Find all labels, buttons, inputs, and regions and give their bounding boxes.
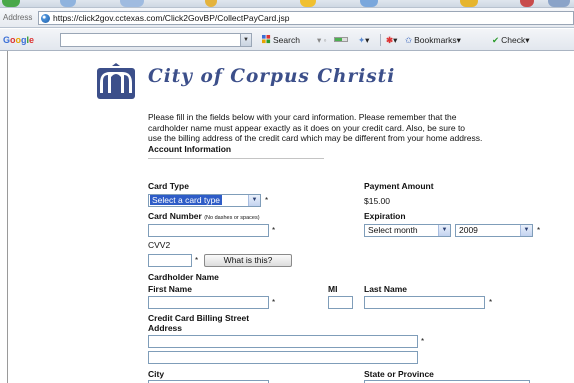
- section-divider: [148, 158, 324, 159]
- required-marker: *: [265, 196, 269, 205]
- bookmarks-label: Bookmarks: [414, 35, 457, 45]
- payment-amount-value: $15.00: [364, 196, 390, 206]
- card-number-hint: (No dashes or spaces): [204, 215, 260, 221]
- billing-address-label: Credit Card Billing Street: [148, 313, 250, 323]
- google-toolbar: Google ▼ Search ▾ ◦ ✦▾ ✱▾ ✩ Bookmarks▾ ✔ C…: [0, 29, 574, 51]
- required-marker: *: [421, 337, 425, 346]
- address-label: Address: [3, 13, 33, 22]
- google-search-input[interactable]: ▼: [60, 33, 252, 47]
- payment-amount-label: Payment Amount: [364, 181, 434, 191]
- billing-address-label-line2: Address: [148, 323, 183, 333]
- google-search-button[interactable]: Search: [262, 35, 300, 45]
- history-icon[interactable]: [360, 0, 378, 7]
- spellcheck-button[interactable]: ✔ Check▾: [492, 35, 530, 46]
- billing-address-line1-input[interactable]: [148, 335, 418, 348]
- page-content: City of Corpus Christi Please fill in th…: [0, 51, 574, 383]
- autofill-icon[interactable]: ✱▾: [386, 35, 397, 46]
- card-type-select[interactable]: Select a card type ▼: [148, 194, 261, 207]
- billing-address-line2-input[interactable]: [148, 351, 418, 364]
- search-label: Search: [273, 35, 300, 45]
- globe-icon: [41, 14, 50, 23]
- address-bar: Address https://click2gov.cctexas.com/Cl…: [0, 8, 574, 28]
- forward-button[interactable]: [60, 0, 76, 7]
- mail-icon[interactable]: [520, 0, 534, 7]
- back-button[interactable]: [2, 0, 20, 7]
- search-icon: [262, 35, 271, 44]
- card-type-value: Select a card type: [150, 195, 223, 205]
- required-marker: *: [272, 298, 276, 307]
- section-title: Account Information: [148, 144, 232, 154]
- chevron-down-icon[interactable]: ▼: [438, 225, 450, 236]
- browser-toolbar-strip: [0, 0, 574, 8]
- popup-blocker-icon[interactable]: ✦▾: [358, 35, 369, 46]
- cvv2-label: CVV2: [148, 240, 171, 250]
- first-name-input[interactable]: [148, 296, 269, 309]
- cardholder-name-label: Cardholder Name: [148, 272, 219, 282]
- card-type-label: Card Type: [148, 181, 189, 191]
- expiration-month-select[interactable]: Select month ▼: [364, 224, 451, 237]
- state-label: State or Province: [364, 369, 434, 379]
- required-marker: *: [537, 226, 541, 235]
- expiration-label: Expiration: [364, 211, 406, 221]
- address-url: https://click2gov.cctexas.com/Click2GovB…: [53, 13, 290, 23]
- cvv2-input[interactable]: [148, 254, 192, 267]
- first-name-label: First Name: [148, 284, 192, 294]
- city-seal-logo: [97, 63, 135, 99]
- reload-button[interactable]: [120, 0, 144, 7]
- frame-border: [7, 51, 8, 383]
- edit-icon[interactable]: [205, 0, 217, 7]
- chevron-down-icon[interactable]: ▼: [248, 195, 260, 206]
- check-label: Check: [501, 35, 526, 45]
- mi-input[interactable]: [328, 296, 353, 309]
- address-input[interactable]: https://click2gov.cctexas.com/Click2GovB…: [38, 11, 574, 25]
- chevron-down-icon[interactable]: ▼: [240, 34, 251, 46]
- card-number-input[interactable]: [148, 224, 269, 237]
- city-label: City: [148, 369, 165, 379]
- toolbar-divider: [380, 34, 381, 46]
- expiration-year-select[interactable]: 2009 ▼: [455, 224, 533, 237]
- abc-check-icon: ✔: [492, 35, 500, 45]
- required-marker: *: [489, 298, 493, 307]
- window-control-icon[interactable]: [548, 0, 570, 7]
- home-icon[interactable]: [460, 0, 478, 7]
- chevron-down-icon[interactable]: ▼: [520, 225, 532, 236]
- toolbar-dropdown[interactable]: ▾ ◦: [317, 35, 327, 46]
- page-title: City of Corpus Christi: [148, 66, 396, 87]
- last-name-input[interactable]: [364, 296, 485, 309]
- favorites-icon[interactable]: [300, 0, 316, 7]
- pagerank-icon[interactable]: [334, 35, 348, 45]
- mi-label: MI: [328, 284, 338, 294]
- instructions-text: Please fill in the fields below with you…: [148, 112, 483, 143]
- last-name-label: Last Name: [364, 284, 407, 294]
- expiration-month-value: Select month: [368, 225, 418, 235]
- required-marker: *: [195, 256, 199, 265]
- google-logo: Google: [3, 35, 35, 45]
- required-marker: *: [272, 226, 276, 235]
- expiration-year-value: 2009: [459, 225, 478, 235]
- bookmarks-button[interactable]: ✩ Bookmarks▾: [405, 35, 461, 46]
- card-number-label: Card Number (No dashes or spaces): [148, 211, 260, 221]
- star-icon: ✩: [405, 35, 413, 45]
- what-is-this-button[interactable]: What is this?: [204, 254, 292, 267]
